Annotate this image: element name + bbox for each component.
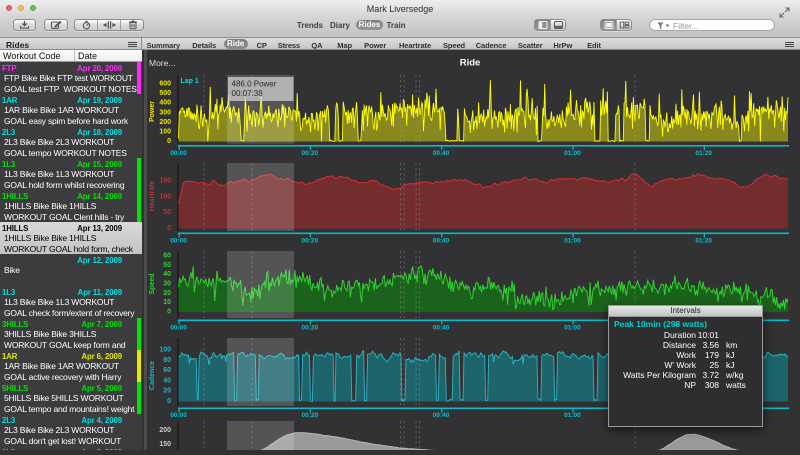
svg-text:0: 0 xyxy=(167,309,171,316)
svg-text:400: 400 xyxy=(159,100,171,107)
svg-text:00:00: 00:00 xyxy=(170,412,187,419)
svg-text:00:00: 00:00 xyxy=(170,238,187,245)
svg-text:486.0 Power: 486.0 Power xyxy=(232,80,277,89)
svg-text:01:20: 01:20 xyxy=(695,238,712,245)
svg-text:100: 100 xyxy=(159,193,171,200)
svg-text:10: 10 xyxy=(163,299,171,306)
svg-text:More...: More... xyxy=(149,58,175,68)
svg-text:00:00: 00:00 xyxy=(170,325,187,332)
svg-text:100: 100 xyxy=(159,347,171,354)
svg-text:600: 600 xyxy=(159,81,171,88)
svg-text:80: 80 xyxy=(163,357,171,364)
svg-text:150: 150 xyxy=(159,178,171,185)
svg-text:20: 20 xyxy=(163,290,171,297)
svg-text:20: 20 xyxy=(163,388,171,395)
svg-text:40: 40 xyxy=(163,377,171,384)
svg-text:00:40: 00:40 xyxy=(433,150,450,157)
svg-text:00:07:38: 00:07:38 xyxy=(232,89,264,98)
svg-text:01:00: 01:00 xyxy=(564,412,581,419)
svg-text:01:20: 01:20 xyxy=(695,150,712,157)
svg-text:200: 200 xyxy=(159,119,171,126)
svg-text:0: 0 xyxy=(167,398,171,405)
svg-text:60: 60 xyxy=(163,367,171,374)
svg-text:00:20: 00:20 xyxy=(301,412,318,419)
svg-text:00:40: 00:40 xyxy=(433,238,450,245)
svg-text:Power: Power xyxy=(149,101,156,122)
svg-text:01:00: 01:00 xyxy=(564,150,581,157)
svg-text:300: 300 xyxy=(159,109,171,116)
svg-text:Speed: Speed xyxy=(149,273,156,294)
svg-text:00:20: 00:20 xyxy=(301,325,318,332)
svg-text:00:00: 00:00 xyxy=(170,150,187,157)
svg-text:01:00: 01:00 xyxy=(564,325,581,332)
svg-text:00:20: 00:20 xyxy=(301,150,318,157)
svg-text:01:00: 01:00 xyxy=(564,238,581,245)
svg-text:0: 0 xyxy=(167,225,171,232)
svg-text:100: 100 xyxy=(159,128,171,135)
svg-text:Lap 1: Lap 1 xyxy=(181,78,199,85)
svg-text:200: 200 xyxy=(159,427,171,434)
svg-text:50: 50 xyxy=(163,262,171,269)
svg-text:30: 30 xyxy=(163,281,171,288)
svg-text:40: 40 xyxy=(163,271,171,278)
svg-text:Ride: Ride xyxy=(460,58,481,69)
svg-text:50: 50 xyxy=(163,209,171,216)
svg-text:60: 60 xyxy=(163,253,171,260)
svg-text:0: 0 xyxy=(167,138,171,145)
svg-text:00:20: 00:20 xyxy=(301,238,318,245)
svg-text:00:40: 00:40 xyxy=(433,412,450,419)
svg-text:150: 150 xyxy=(159,441,171,448)
svg-text:Heartrate: Heartrate xyxy=(149,181,156,212)
svg-text:Cadence: Cadence xyxy=(149,361,156,390)
svg-text:500: 500 xyxy=(159,90,171,97)
svg-text:00:40: 00:40 xyxy=(433,325,450,332)
